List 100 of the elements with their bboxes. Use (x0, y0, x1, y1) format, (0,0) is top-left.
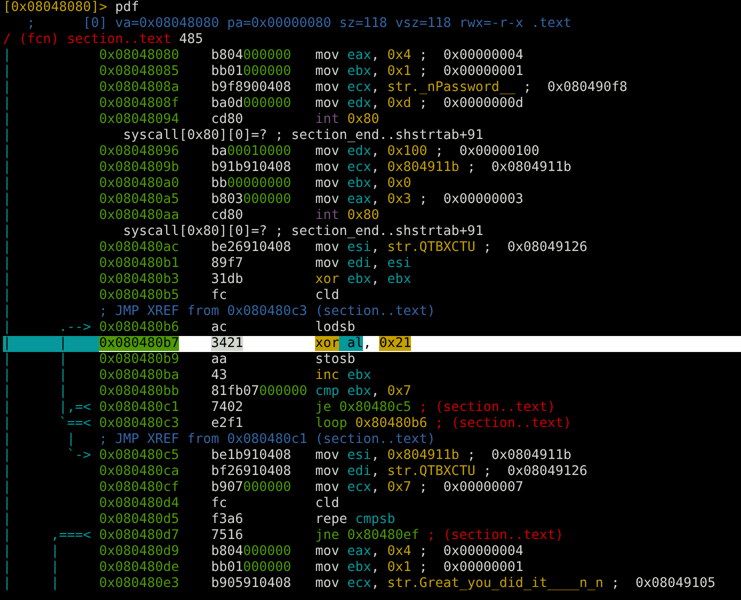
address: 0x080480d5 (99, 512, 180, 527)
code-line[interactable]: | ; JMP XREF from 0x080480c3 (section..text) (3, 304, 741, 320)
flow-arrows: | .--> (3, 320, 92, 336)
opcode-bytes: fc (211, 496, 228, 511)
opcode-bytes: cd80 (211, 112, 244, 127)
code-line[interactable]: | 0x080480b3 31db xor ebx, ebx (3, 272, 741, 288)
code-line[interactable]: ; [0] va=0x08048080 pa=0x00000080 sz=118 vsz=118 rwx=-r-x .text (3, 16, 741, 32)
opcode-bytes: b804000000 (211, 544, 292, 559)
code-line[interactable]: | 0x080480cf b907000000 mov ecx, 0x7 ; 0x00000007 (3, 480, 741, 496)
opcode-bytes: b905910408 (211, 576, 292, 591)
flow-arrows: | (3, 96, 12, 112)
instruction-text: cmp ebx, 0x7 (315, 384, 412, 400)
code-line[interactable]: | ,===< 0x080480d7 7516 jne 0x80480ef ; (section..text) (3, 528, 741, 544)
instruction-text: mov ebx, 0x1 ; 0x00000001 (315, 64, 524, 80)
flow-arrows: | (3, 304, 12, 320)
address: 0x0804808f (99, 96, 180, 111)
address: 0x080480ac (99, 240, 180, 255)
address: 0x080480cf (99, 480, 180, 495)
code-line[interactable]: | `==< 0x080480c3 e2f1 loop 0x80480b6 ; (section..text) (3, 416, 741, 432)
opcode-bytes: bb01000000 (211, 560, 292, 575)
opcode-bytes: bb00000000 (211, 176, 292, 191)
code-line[interactable]: | 0x080480d4 fc cld (3, 496, 741, 512)
code-line[interactable]: | `-> 0x080480c5 be1b910408 mov esi, 0x804911b ; 0x0804911b (3, 448, 741, 464)
code-line[interactable]: | 0x080480b1 89f7 mov edi, esi (3, 256, 741, 272)
opcode-bytes: aa (211, 352, 228, 367)
instruction-text: mov eax, 0x4 ; 0x00000004 (315, 544, 524, 560)
flow-arrows: | (3, 496, 12, 512)
xref-comment: ; JMP XREF from 0x080480c3 (section..text) (99, 304, 436, 319)
code-line[interactable]: | 0x080480a5 b803000000 mov eax, 0x3 ; 0x00000003 (3, 192, 741, 208)
opcode-bytes: 89f7 (211, 256, 244, 271)
address: 0x080480b7 (99, 336, 180, 351)
code-line[interactable]: | 0x080480d5 f3a6 repe cmpsb (3, 512, 741, 528)
code-line[interactable]: | | 0x080480de bb01000000 mov ebx, 0x1 ; 0x00000001 (3, 560, 741, 576)
code-line[interactable]: | | 0x080480d9 b804000000 mov eax, 0x4 ; 0x00000004 (3, 544, 741, 560)
address: 0x080480b9 (99, 352, 180, 367)
instruction-text: mov edi, str.QTBXCTU ; 0x08049126 (315, 464, 588, 480)
code-line[interactable]: | syscall[0x80][0]=? ; section_end..shstrtab+91 (3, 224, 741, 240)
instruction-text: mov eax, 0x3 ; 0x00000003 (315, 192, 524, 208)
opcode-bytes: 81fb07000000 (211, 384, 308, 399)
code-line[interactable]: | | 0x080480b9 aa stosb (3, 352, 741, 368)
code-line[interactable]: | 0x0804808f ba0d000000 mov edx, 0xd ; 0x0000000d (3, 96, 741, 112)
instruction-text: mov esi, str.QTBXCTU ; 0x08049126 (315, 240, 588, 256)
code-line[interactable]: | 0x08048096 ba00010000 mov edx, 0x100 ; 0x00000100 (3, 144, 741, 160)
code-line[interactable]: | 0x0804809b b91b910408 mov ecx, 0x804911b ; 0x0804911b (3, 160, 741, 176)
instruction-text: stosb (315, 352, 356, 368)
flow-arrows: | (3, 112, 12, 128)
flow-arrows: | (3, 192, 12, 208)
flow-arrows: | | (3, 384, 68, 400)
code-line[interactable]: | | 0x080480ba 43 inc ebx (3, 368, 741, 384)
flow-arrows: | | (3, 352, 68, 368)
code-line[interactable]: | 0x080480aa cd80 int 0x80 (3, 208, 741, 224)
instruction-text: inc ebx (315, 368, 372, 384)
code-line[interactable]: | | 0x080480bb 81fb07000000 cmp ebx, 0x7 (3, 384, 741, 400)
code-line[interactable]: | 0x08048080 b804000000 mov eax, 0x4 ; 0x00000004 (3, 48, 741, 64)
header-text: ; [0] va=0x08048080 pa=0x00000080 sz=118 vsz=118 rwx=-r-x .text (26, 16, 572, 31)
instruction-text: mov ecx, 0x7 ; 0x00000007 (315, 480, 524, 496)
code-line[interactable]: | 0x080480a0 bb00000000 mov ebx, 0x0 (3, 176, 741, 192)
code-line[interactable]: | | ; JMP XREF from 0x080480c1 (section..text) (3, 432, 741, 448)
code-line[interactable]: / (fcn) section..text 485 (3, 32, 741, 48)
syscall-comment: syscall[0x80][0]=? ; section_end..shstrtab+91 (123, 224, 484, 239)
instruction-text: xor ebx, ebx (315, 272, 412, 288)
flow-arrows: | (3, 256, 12, 272)
code-line[interactable]: [0x08048080]> pdf (3, 0, 741, 16)
code-line[interactable]: | 0x08048085 bb01000000 mov ebx, 0x1 ; 0x00000001 (3, 64, 741, 80)
code-line[interactable]: | |,=< 0x080480c1 7402 je 0x80480c5 ; (section..text) (3, 400, 741, 416)
instruction-text: cld (315, 496, 340, 512)
address: 0x080480a5 (99, 192, 180, 207)
address: 0x080480bb (99, 384, 180, 399)
instruction-text: xor al, 0x21 (315, 336, 412, 352)
header-text: / (fcn) section..text 485 (3, 32, 204, 47)
address: 0x080480aa (99, 208, 180, 223)
instruction-text: mov ebx, 0x0 (315, 176, 412, 192)
opcode-bytes: b91b910408 (211, 160, 292, 175)
command-prompt: [0x08048080]> pdf (3, 0, 140, 15)
flow-arrows: | (3, 224, 12, 240)
code-line[interactable]: | 0x0804808a b9f8900408 mov ecx, str._nPassword__ ; 0x080490f8 (3, 80, 741, 96)
code-line[interactable]: | 0x080480b5 fc cld (3, 288, 741, 304)
instruction-text: int 0x80 (315, 112, 380, 128)
flow-arrows: | (3, 240, 12, 256)
opcode-bytes: ba0d000000 (211, 96, 292, 111)
code-line[interactable]: | 0x080480ca bf26910408 mov edi, str.QTBXCTU ; 0x08049126 (3, 464, 741, 480)
address: 0x080480b3 (99, 272, 180, 287)
code-line[interactable]: | 0x080480ac be26910408 mov esi, str.QTBXCTU ; 0x08049126 (3, 240, 741, 256)
code-line[interactable]: | 0x08048094 cd80 int 0x80 (3, 112, 741, 128)
address: 0x080480c5 (99, 448, 180, 463)
opcode-bytes: b804000000 (211, 48, 292, 63)
flow-arrows: | | (3, 432, 76, 448)
opcode-bytes: bf26910408 (211, 464, 292, 479)
flow-arrows: | | (3, 544, 60, 560)
address: 0x080480c3 (99, 416, 180, 431)
flow-arrows: | |,=< (3, 400, 92, 416)
code-line[interactable]: | | 0x080480e3 b905910408 mov ecx, str.Great_you_did_it____n_n ; 0x08049105 (3, 576, 741, 592)
instruction-text: jne 0x80480ef ; (section..text) (315, 528, 564, 544)
instruction-text: mov esi, 0x804911b ; 0x0804911b (315, 448, 572, 464)
instruction-text: mov ecx, str._nPassword__ ; 0x080490f8 (315, 80, 628, 96)
address: 0x080480d7 (99, 528, 180, 543)
address: 0x080480ba (99, 368, 180, 383)
code-line[interactable]: | .--> 0x080480b6 ac lodsb (3, 320, 741, 336)
code-line[interactable]: | syscall[0x80][0]=? ; section_end..shstrtab+91 (3, 128, 741, 144)
flow-arrows: | (3, 272, 12, 288)
